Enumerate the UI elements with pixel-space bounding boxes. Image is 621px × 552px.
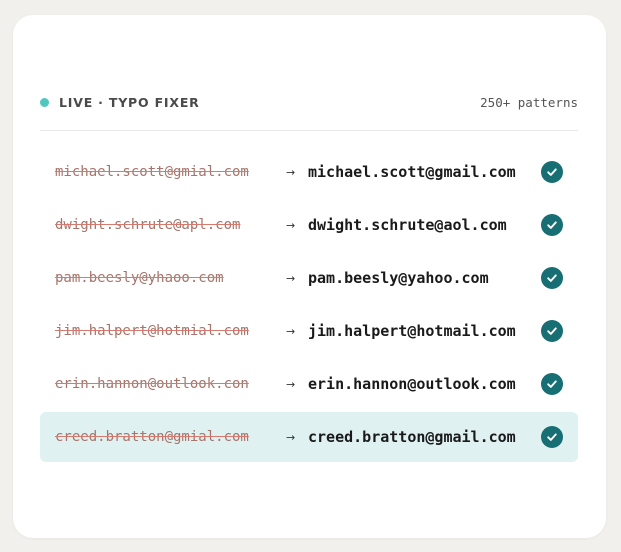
arrow-right-icon: → bbox=[286, 324, 296, 338]
arrow-right-icon: → bbox=[286, 165, 296, 179]
typo-email: michael.scott@gmial.com bbox=[55, 164, 249, 180]
correction-row[interactable]: dwight.schrute@apl.com → dwight.schrute@ao… bbox=[40, 200, 578, 250]
check-circle-icon bbox=[541, 373, 563, 395]
check-circle-icon bbox=[541, 214, 563, 236]
live-dot-icon bbox=[40, 97, 49, 107]
correction-row[interactable]: pam.beesly@yhaoo.com → pam.beesly@yahoo.co… bbox=[40, 253, 578, 303]
arrow-right-icon: → bbox=[286, 218, 296, 232]
live-indicator: LIVE · TYPO FIXER bbox=[40, 95, 200, 110]
correction-row[interactable]: michael.scott@gmial.com → michael.scott@gm… bbox=[40, 147, 578, 197]
fixed-email: creed.bratton@gmail.com bbox=[308, 428, 516, 446]
arrow-right-icon: → bbox=[286, 377, 296, 391]
arrow-right-icon: → bbox=[286, 271, 296, 285]
patterns-count: 250+ patterns bbox=[480, 94, 578, 110]
fixed-email: jim.halpert@hotmail.com bbox=[308, 322, 516, 340]
correction-list: michael.scott@gmial.com → michael.scott@gm… bbox=[40, 147, 578, 465]
arrow-right-icon: → bbox=[286, 430, 296, 444]
live-label: LIVE · TYPO FIXER bbox=[59, 94, 200, 110]
fixed-email: michael.scott@gmail.com bbox=[308, 163, 516, 181]
typo-email: creed.bratton@gmial.com bbox=[55, 429, 249, 445]
header-divider bbox=[40, 130, 578, 131]
typo-email: jim.halpert@hotmial.com bbox=[55, 323, 249, 339]
check-circle-icon bbox=[541, 426, 563, 448]
fixed-email: dwight.schrute@aol.com bbox=[308, 216, 507, 234]
check-circle-icon bbox=[541, 161, 563, 183]
typo-email: pam.beesly@yhaoo.com bbox=[55, 270, 224, 286]
correction-row[interactable]: erin.hannon@outlook.con → erin.hannon@outl… bbox=[40, 359, 578, 409]
check-circle-icon bbox=[541, 267, 563, 289]
correction-row[interactable]: jim.halpert@hotmial.com → jim.halpert@hotm… bbox=[40, 306, 578, 356]
typo-fixer-card: LIVE · TYPO FIXER 250+ patterns michael.… bbox=[13, 15, 606, 538]
card-header: LIVE · TYPO FIXER 250+ patterns bbox=[40, 91, 578, 113]
check-circle-icon bbox=[541, 320, 563, 342]
typo-email: dwight.schrute@apl.com bbox=[55, 217, 241, 233]
typo-email: erin.hannon@outlook.con bbox=[55, 376, 249, 392]
fixed-email: pam.beesly@yahoo.com bbox=[308, 269, 489, 287]
correction-row[interactable]: creed.bratton@gmial.com → creed.bratton@gm… bbox=[40, 412, 578, 462]
fixed-email: erin.hannon@outlook.com bbox=[308, 375, 516, 393]
